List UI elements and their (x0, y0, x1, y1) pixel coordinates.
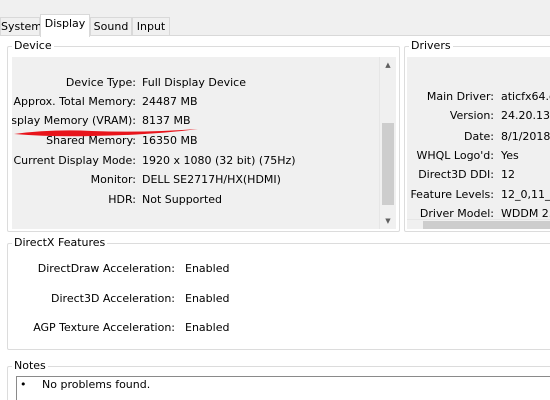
annotation-stroke (14, 129, 198, 137)
device-row: Monitor: DELL SE2717H/HX(HDMI) (12, 173, 372, 189)
date-label: Date: (464, 130, 494, 143)
feature-row: Direct3D Acceleration: Enabled (8, 292, 308, 308)
driver-row: Direct3D DDI: 12 (407, 168, 550, 184)
version-label: Version: (449, 109, 494, 122)
tab-input[interactable]: Input (132, 17, 170, 37)
tab-system[interactable]: System (0, 17, 43, 37)
ddi-value: 12 (501, 168, 515, 181)
directx-features-group: DirectX Features DirectDraw Acceleration… (7, 236, 550, 350)
total-memory-label: Approx. Total Memory: (13, 95, 137, 108)
driver-row: Date: 8/1/2018 1 (407, 130, 550, 146)
drivers-info-panel: Main Driver: aticfx64.d Version: 24.20.1… (407, 57, 550, 229)
scrollbar-thumb[interactable] (423, 221, 550, 229)
directdraw-label: DirectDraw Acceleration: (37, 262, 175, 275)
ddi-label: Direct3D DDI: (418, 168, 494, 181)
feature-levels-label: Feature Levels: (410, 188, 494, 201)
monitor-value: DELL SE2717H/HX(HDMI) (142, 173, 281, 186)
whql-label: WHQL Logo'd: (416, 149, 494, 162)
tab-bar: System Display Sound Input (0, 14, 550, 37)
version-value: 24.20.130 (501, 109, 550, 122)
notes-group-title: Notes (12, 359, 48, 372)
display-tab-content: Device Device Type: Full Display Device … (0, 36, 550, 400)
tab-sound[interactable]: Sound (90, 17, 132, 37)
device-group-title: Device (12, 39, 54, 52)
device-row: Approx. Total Memory: 24487 MB (12, 95, 372, 111)
drivers-horizontal-scrollbar[interactable] (407, 219, 550, 229)
hdr-label: HDR: (108, 193, 136, 206)
driver-row: Feature Levels: 12_0,11_1 (407, 188, 550, 204)
notes-group: Notes • No problems found. (7, 359, 550, 400)
main-driver-value: aticfx64.d (501, 90, 550, 103)
feature-row: AGP Texture Acceleration: Enabled (8, 321, 308, 337)
device-info-panel: Device Type: Full Display Device Approx.… (12, 57, 396, 229)
drivers-group-title: Drivers (409, 39, 453, 52)
hdr-value: Not Supported (142, 193, 223, 206)
tab-label: Input (136, 20, 166, 33)
device-type-value: Full Display Device (142, 76, 246, 89)
directdraw-value: Enabled (185, 262, 230, 275)
date-value: 8/1/2018 1 (501, 130, 550, 143)
agp-value: Enabled (185, 321, 230, 334)
total-memory-value: 24487 MB (142, 95, 198, 108)
device-scrollbar[interactable]: ▲ ▼ (379, 57, 396, 229)
driver-row: Version: 24.20.130 (407, 109, 550, 125)
scroll-down-icon[interactable]: ▼ (380, 217, 396, 225)
tab-label: System (1, 20, 43, 33)
tab-label: Sound (93, 20, 129, 33)
main-driver-label: Main Driver: (426, 90, 494, 103)
scroll-up-icon[interactable]: ▲ (380, 61, 396, 69)
whql-value: Yes (501, 149, 519, 162)
device-row: Device Type: Full Display Device (12, 76, 372, 92)
feature-row: DirectDraw Acceleration: Enabled (8, 262, 308, 278)
display-mode-label: Current Display Mode: (13, 154, 136, 167)
device-row: Current Display Mode: 1920 x 1080 (32 bi… (12, 154, 372, 170)
driver-row: WHQL Logo'd: Yes (407, 149, 550, 165)
device-row: HDR: Not Supported (12, 193, 372, 209)
scrollbar-thumb[interactable] (382, 123, 394, 205)
bullet-icon: • (20, 378, 27, 391)
note-item: No problems found. (42, 378, 151, 391)
display-mode-value: 1920 x 1080 (32 bit) (75Hz) (142, 154, 296, 167)
direct3d-label: Direct3D Acceleration: (51, 292, 175, 305)
tab-display[interactable]: Display (40, 14, 90, 37)
device-type-label: Device Type: (65, 76, 136, 89)
directx-group-title: DirectX Features (12, 236, 108, 249)
notes-textbox[interactable]: • No problems found. (16, 376, 550, 400)
direct3d-value: Enabled (185, 292, 230, 305)
driver-row: Main Driver: aticfx64.d (407, 90, 550, 106)
feature-levels-value: 12_0,11_1 (501, 188, 550, 201)
tab-label: Display (44, 17, 86, 30)
monitor-label: Monitor: (90, 173, 136, 186)
agp-label: AGP Texture Acceleration: (33, 321, 175, 334)
drivers-group: Drivers Main Driver: aticfx64.d Version:… (404, 39, 550, 232)
device-group: Device Device Type: Full Display Device … (7, 39, 400, 232)
red-underline-annotation (14, 129, 198, 137)
